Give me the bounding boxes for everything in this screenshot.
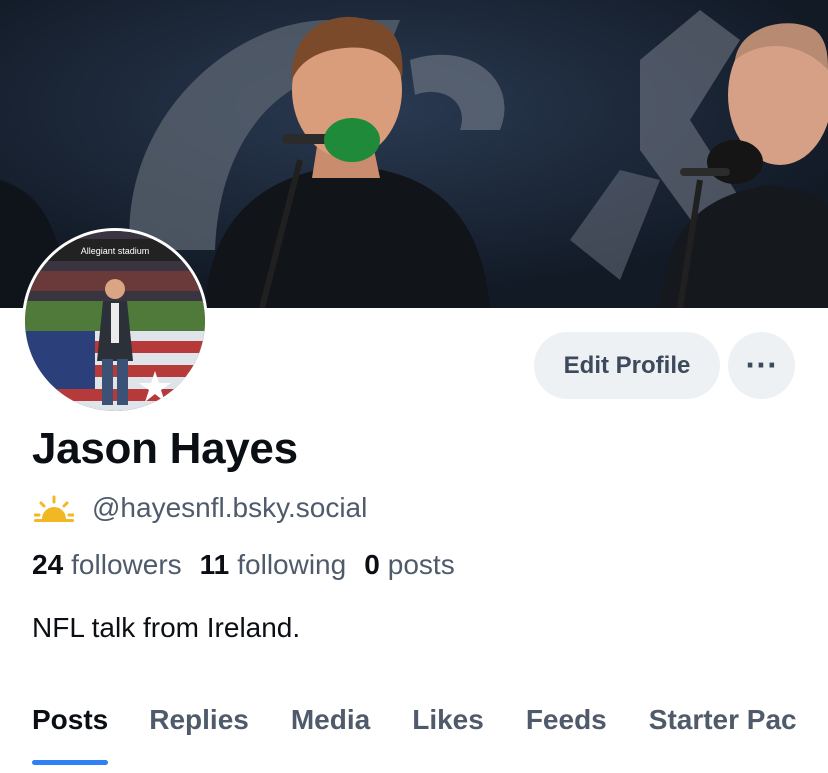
avatar[interactable]: Allegiant stadium — [22, 228, 208, 414]
sun-icon — [33, 493, 75, 523]
tab-starter-packs[interactable]: Starter Pac — [649, 690, 797, 773]
active-tab-indicator — [32, 760, 109, 765]
edit-profile-button[interactable]: Edit Profile — [534, 332, 720, 399]
avatar-stadium-sign: Allegiant stadium — [81, 246, 150, 256]
profile-tabs: Posts Replies Media Likes Feeds Starter … — [0, 690, 828, 773]
following-count: 11 — [199, 549, 230, 580]
profile-name: Jason Hayes — [32, 424, 298, 473]
tab-label: Replies — [149, 704, 249, 735]
following-stat[interactable]: 11 following — [200, 549, 347, 581]
posts-count: 0 — [364, 549, 380, 580]
tab-likes[interactable]: Likes — [412, 690, 484, 773]
tab-label: Feeds — [525, 704, 607, 735]
tab-label: Starter Pac — [648, 704, 797, 735]
tab-label: Likes — [412, 704, 484, 735]
tab-label: Posts — [32, 704, 109, 735]
tab-replies[interactable]: Replies — [149, 690, 249, 773]
tab-posts[interactable]: Posts — [32, 690, 109, 773]
tab-feeds[interactable]: Feeds — [526, 690, 607, 773]
ellipsis-icon: ··· — [745, 350, 778, 381]
followers-label: followers — [71, 549, 182, 580]
posts-label: posts — [387, 549, 455, 580]
profile-handle[interactable]: @hayesnfl.bsky.social — [92, 492, 367, 524]
following-label: following — [237, 549, 347, 580]
posts-stat: 0 posts — [364, 549, 455, 581]
tab-label: Media — [290, 704, 371, 735]
avatar-image: Allegiant stadium — [25, 231, 205, 411]
profile-bio: NFL talk from Ireland. — [32, 612, 301, 643]
tab-media[interactable]: Media — [291, 690, 370, 773]
followers-count: 24 — [32, 549, 64, 580]
handle-row: @hayesnfl.bsky.social — [33, 490, 367, 526]
followers-stat[interactable]: 24 followers — [32, 549, 182, 581]
more-options-button[interactable]: ··· — [728, 332, 795, 399]
profile-stats: 24 followers 11 following 0 posts — [32, 549, 473, 585]
